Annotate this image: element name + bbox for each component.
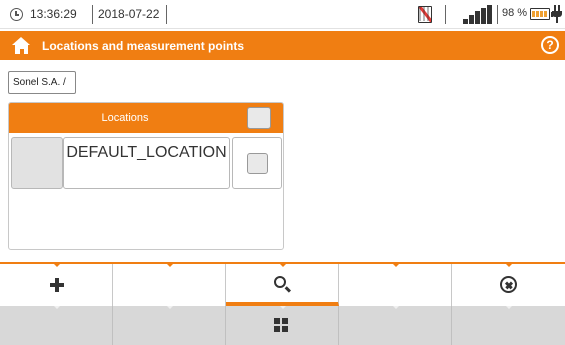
page-title: Locations and measurement points <box>42 39 245 53</box>
tick-mark <box>54 264 60 267</box>
location-row[interactable]: DEFAULT_LOCATION <box>11 137 282 189</box>
locations-panel: Locations DEFAULT_LOCATION <box>8 102 284 250</box>
tick-mark <box>167 306 173 309</box>
tick-mark <box>506 264 512 267</box>
search-button[interactable] <box>226 264 339 306</box>
add-button[interactable] <box>0 264 113 306</box>
location-name[interactable]: DEFAULT_LOCATION <box>63 137 230 189</box>
signal-strength-icon <box>463 5 493 24</box>
status-separator <box>497 5 498 24</box>
tick-mark <box>280 264 286 267</box>
toolbar-empty-button[interactable] <box>0 306 113 345</box>
memory-card-disabled-icon <box>418 6 432 23</box>
status-time: 13:36:29 <box>30 7 77 21</box>
home-icon[interactable] <box>12 37 31 54</box>
screen: 13:36:29 2018-07-22 98 % Locations and m… <box>0 0 565 345</box>
tick-mark <box>167 264 173 267</box>
toolbar-empty-button[interactable] <box>113 264 226 306</box>
battery-percent: 98 % <box>502 7 528 19</box>
tick-mark <box>506 306 512 309</box>
grid-icon <box>274 318 288 332</box>
search-icon <box>274 276 286 288</box>
tick-mark <box>54 306 60 309</box>
toolbar-empty-button[interactable] <box>339 306 452 345</box>
toolbar-empty-button[interactable] <box>113 306 226 345</box>
locations-header-label: Locations <box>101 112 149 124</box>
title-bar: Locations and measurement points ? <box>0 31 565 60</box>
battery-icon <box>530 8 553 20</box>
toolbar-empty-button[interactable] <box>339 264 452 306</box>
tick-mark <box>280 306 286 309</box>
toolbar-bottom-row <box>0 306 565 345</box>
grid-view-button[interactable] <box>226 306 339 345</box>
status-separator <box>445 5 446 24</box>
breadcrumb[interactable]: Sonel S.A. / <box>8 71 76 94</box>
toolbar-empty-button[interactable] <box>452 306 565 345</box>
help-icon[interactable]: ? <box>541 36 559 54</box>
location-icon-cell[interactable] <box>11 137 63 189</box>
select-all-checkbox[interactable] <box>247 107 271 129</box>
clock-icon <box>10 8 23 21</box>
location-checkbox-cell[interactable] <box>232 137 282 189</box>
locations-header: Locations <box>9 103 283 133</box>
close-button[interactable] <box>452 264 565 306</box>
tick-mark <box>393 306 399 309</box>
toolbar-top-row <box>0 262 565 306</box>
cancel-icon <box>500 276 517 293</box>
plug-icon <box>551 5 563 24</box>
plus-icon <box>50 278 64 292</box>
location-checkbox[interactable] <box>247 153 268 174</box>
tick-mark <box>393 264 399 267</box>
status-separator <box>166 5 167 24</box>
status-date: 2018-07-22 <box>98 7 160 21</box>
status-bar: 13:36:29 2018-07-22 98 % <box>0 0 565 29</box>
status-separator <box>92 5 93 24</box>
